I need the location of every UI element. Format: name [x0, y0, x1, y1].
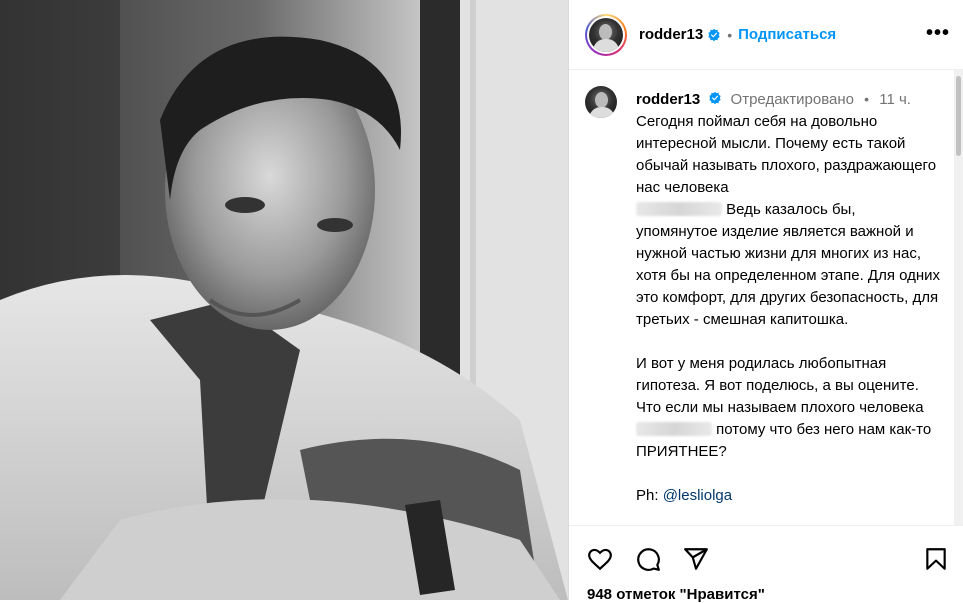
- verified-icon: [709, 91, 721, 105]
- header-separator: •: [727, 26, 733, 43]
- verified-icon: [708, 28, 720, 41]
- photo-credit: Ph: @lesliolga: [636, 485, 941, 507]
- caption-text-1: Сегодня поймал себя на довольно интересн…: [636, 113, 937, 196]
- post-time[interactable]: 11 ч.: [879, 91, 911, 108]
- more-icon[interactable]: •••: [926, 22, 950, 45]
- caption-text-3: И вот у меня родилась любопытная гипотез…: [636, 355, 924, 416]
- caption-paragraph-1: Сегодня поймал себя на довольно интересн…: [636, 111, 941, 331]
- follow-button[interactable]: Подписаться: [738, 26, 836, 43]
- caption-paragraph-2: И вот у меня родилась любопытная гипотез…: [636, 353, 941, 463]
- post-photo[interactable]: [0, 0, 568, 600]
- redacted-word: [636, 422, 712, 436]
- caption-avatar-image: [585, 86, 617, 118]
- author-username[interactable]: rodder13: [639, 26, 703, 43]
- heart-icon[interactable]: [587, 546, 613, 572]
- comment-icon[interactable]: [635, 546, 661, 572]
- author-avatar-ring[interactable]: [585, 13, 627, 56]
- credit-prefix: Ph:: [636, 487, 663, 504]
- caption-header: rodder13 Отредактировано • 11 ч.: [636, 88, 941, 111]
- caption-body: rodder13 Отредактировано • 11 ч. Сегодня…: [636, 88, 941, 507]
- caption-text-2: Ведь казалось бы, упомянутое изделие явл…: [636, 201, 941, 328]
- caption-area: rodder13 Отредактировано • 11 ч. Сегодня…: [569, 70, 949, 525]
- likes-count[interactable]: 948 отметок "Нравится": [587, 586, 765, 603]
- scrollbar-thumb[interactable]: [956, 76, 961, 156]
- caption-scrollbar[interactable]: [954, 70, 963, 525]
- edited-label: Отредактировано: [730, 91, 854, 108]
- caption-avatar[interactable]: [585, 86, 617, 118]
- caption-separator: •: [864, 91, 870, 107]
- bookmark-icon[interactable]: [923, 546, 949, 572]
- credit-mention-link[interactable]: @lesliolga: [663, 487, 732, 504]
- post-header: rodder13 • Подписаться •••: [569, 0, 963, 70]
- author-avatar[interactable]: [589, 17, 623, 52]
- post-panel: rodder13 • Подписаться ••• rodder13 Отре…: [568, 0, 963, 603]
- redacted-word: [636, 202, 722, 216]
- caption-username[interactable]: rodder13: [636, 91, 700, 108]
- share-icon[interactable]: [683, 546, 709, 572]
- portrait-image: [0, 0, 568, 600]
